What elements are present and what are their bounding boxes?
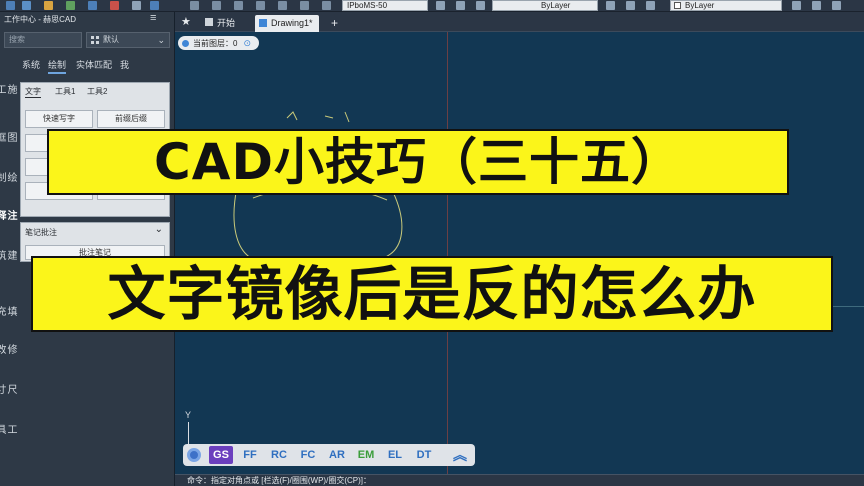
style-tool-icon[interactable] bbox=[256, 1, 265, 10]
tab-drawing[interactable]: Drawing1* bbox=[255, 15, 319, 32]
drawing-sketch bbox=[233, 111, 403, 267]
layer-tool-icon[interactable] bbox=[88, 1, 97, 10]
title-banner-line-2: 文字镜像后是反的怎么办 bbox=[31, 256, 833, 332]
title-banner-line-1: CAD小技巧（三十五） bbox=[47, 129, 789, 195]
text-style-value: IPboMS-50 bbox=[347, 1, 388, 10]
vtab-construction[interactable]: 施工图 bbox=[0, 84, 16, 94]
vtab-hatch[interactable]: 填充 bbox=[0, 306, 16, 316]
tab-entity-match[interactable]: 实体匹配 bbox=[76, 58, 112, 71]
toggle-gs[interactable]: GS bbox=[209, 446, 233, 464]
home-icon bbox=[205, 18, 213, 26]
work-center-panel: 工作中心 - 赫思CAD ≡ 搜索 默认 ⌄ 系统 绘制 实体匹配 我 施工图 … bbox=[0, 12, 175, 486]
command-line[interactable]: 命令：指定对角点或 [栏选(F)/圈围(WP)/圈交(CP)]： bbox=[175, 474, 864, 486]
tab-home[interactable]: 开始 bbox=[217, 15, 235, 32]
sketch-outline-right bbox=[382, 191, 403, 259]
subtab-text[interactable]: 文字 bbox=[25, 86, 41, 98]
vtab-tools[interactable]: 工具 bbox=[0, 424, 16, 434]
toggle-ff[interactable]: FF bbox=[238, 446, 262, 464]
vtab-draw[interactable]: 绘制 bbox=[0, 172, 16, 182]
linetype-value: ByLayer bbox=[541, 1, 571, 10]
sketch-outline-left bbox=[233, 186, 256, 261]
style-tool-icon[interactable] bbox=[322, 1, 331, 10]
current-layer-label: 当前图层：0 bbox=[193, 39, 238, 48]
drawing-file-icon bbox=[259, 19, 267, 27]
linetype-select[interactable]: ByLayer bbox=[492, 0, 598, 11]
layer-tool-icon[interactable] bbox=[132, 1, 141, 10]
layer-tool-icon[interactable] bbox=[66, 1, 75, 10]
work-center-title: 工作中心 - 赫思CAD bbox=[4, 15, 76, 24]
grid-icon bbox=[91, 36, 99, 44]
toggle-el[interactable]: EL bbox=[383, 446, 407, 464]
property-tool-icon[interactable] bbox=[456, 1, 465, 10]
tab-drawing-label: Drawing1* bbox=[271, 18, 313, 28]
layer-tool-icon[interactable] bbox=[110, 1, 119, 10]
settings-gear-icon[interactable] bbox=[187, 448, 201, 462]
style-tool-icon[interactable] bbox=[190, 1, 199, 10]
layer-tool-icon[interactable] bbox=[22, 1, 31, 10]
drawing-canvas[interactable]: 当前图层：0 ⊙ Y bbox=[175, 32, 864, 474]
scheme-select[interactable]: 默认 ⌄ bbox=[86, 32, 170, 48]
text-style-select[interactable]: IPboMS-50 bbox=[342, 0, 428, 11]
notes-header: 笔记批注 bbox=[25, 228, 57, 237]
property-tool-icon[interactable] bbox=[792, 1, 801, 10]
chevron-down-icon[interactable]: ⌄ bbox=[155, 224, 163, 235]
search-input[interactable]: 搜索 bbox=[4, 32, 82, 48]
tab-me[interactable]: 我 bbox=[120, 58, 129, 71]
vtab-modify[interactable]: 修改 bbox=[0, 344, 16, 354]
toggle-em[interactable]: EM bbox=[354, 446, 378, 464]
color-select[interactable]: ByLayer bbox=[670, 0, 782, 11]
property-tool-icon[interactable] bbox=[832, 1, 841, 10]
chevron-down-icon: ⌄ bbox=[157, 35, 165, 45]
style-tool-icon[interactable] bbox=[300, 1, 309, 10]
layer-tool-icon[interactable] bbox=[6, 1, 15, 10]
vtab-architecture[interactable]: 建筑装饰 bbox=[0, 250, 16, 260]
layer-tool-icon[interactable] bbox=[44, 1, 53, 10]
scheme-value: 默认 bbox=[103, 35, 119, 44]
quick-write-button[interactable]: 快速写字 bbox=[25, 110, 93, 128]
top-toolbar: IPboMS-50 ByLayer ByLayer bbox=[0, 0, 864, 12]
subtab-tools-1[interactable]: 工具1 bbox=[55, 86, 75, 97]
current-layer-chip[interactable]: 当前图层：0 ⊙ bbox=[178, 36, 259, 50]
property-tool-icon[interactable] bbox=[476, 1, 485, 10]
locate-icon[interactable]: ⊙ bbox=[243, 36, 251, 50]
color-swatch bbox=[674, 2, 681, 9]
property-tool-icon[interactable] bbox=[626, 1, 635, 10]
property-tool-icon[interactable] bbox=[646, 1, 655, 10]
tab-draw[interactable]: 绘制 bbox=[48, 58, 67, 74]
subtab-tools-2[interactable]: 工具2 bbox=[87, 86, 107, 97]
property-tool-icon[interactable] bbox=[606, 1, 615, 10]
vtab-dimension[interactable]: 尺寸 bbox=[0, 384, 16, 394]
layer-tool-icon[interactable] bbox=[150, 1, 159, 10]
style-tool-icon[interactable] bbox=[278, 1, 287, 10]
property-tool-icon[interactable] bbox=[812, 1, 821, 10]
style-tool-icon[interactable] bbox=[234, 1, 243, 10]
sketch-mark bbox=[286, 111, 350, 123]
tab-system[interactable]: 系统 bbox=[22, 58, 40, 71]
bulb-icon bbox=[182, 40, 189, 47]
document-tabs: ★ 开始 Drawing1* + bbox=[175, 12, 864, 32]
add-tab-button[interactable]: + bbox=[331, 15, 338, 32]
color-value: ByLayer bbox=[685, 1, 715, 10]
vtab-annotate[interactable]: 注释 bbox=[0, 210, 16, 220]
prefix-suffix-button[interactable]: 前缀后缀 bbox=[97, 110, 165, 128]
vtab-frame[interactable]: 图框 bbox=[0, 132, 16, 142]
property-tool-icon[interactable] bbox=[436, 1, 445, 10]
snap-toggle-bar: GS FF RC FC AR EM EL DT ︽ bbox=[183, 444, 475, 466]
toggle-ar[interactable]: AR bbox=[325, 446, 349, 464]
toggle-rc[interactable]: RC bbox=[267, 446, 291, 464]
command-prompt-text: 命令：指定对角点或 [栏选(F)/圈围(WP)/圈交(CP)]： bbox=[187, 476, 371, 485]
style-tool-icon[interactable] bbox=[212, 1, 221, 10]
chevron-up-icon[interactable]: ︽ bbox=[453, 445, 467, 465]
toggle-dt[interactable]: DT bbox=[412, 446, 436, 464]
star-icon[interactable]: ★ bbox=[181, 15, 191, 28]
hamburger-icon[interactable]: ≡ bbox=[150, 12, 156, 24]
ucs-y-label: Y bbox=[185, 410, 192, 420]
toggle-fc[interactable]: FC bbox=[296, 446, 320, 464]
